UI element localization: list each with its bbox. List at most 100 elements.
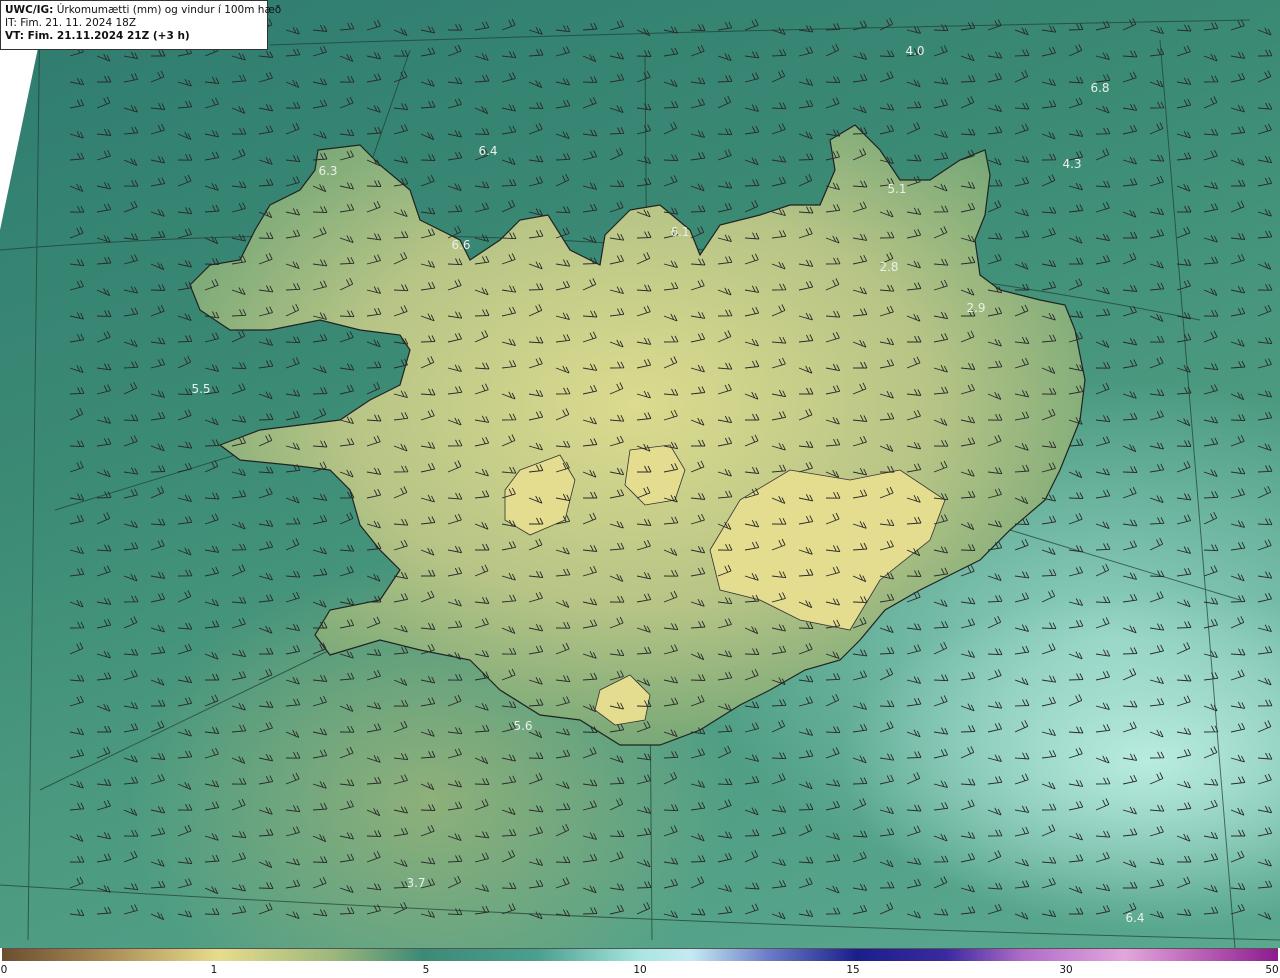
colorbar-tick: 5 bbox=[422, 964, 430, 976]
wind-barb bbox=[933, 748, 949, 759]
wind-barb bbox=[204, 492, 220, 500]
value-label: 6.4 bbox=[478, 144, 497, 158]
wind-barb bbox=[204, 651, 219, 660]
wind-barb bbox=[96, 469, 111, 478]
wind-barb bbox=[1230, 882, 1246, 890]
wind-barb bbox=[177, 388, 193, 396]
wind-barb bbox=[420, 47, 436, 57]
wind-barb bbox=[1176, 98, 1192, 109]
wind-barb bbox=[1095, 851, 1110, 863]
wind-barb bbox=[1122, 284, 1138, 292]
wind-barb bbox=[123, 254, 138, 265]
wind-barb bbox=[393, 646, 409, 655]
wind-barb bbox=[636, 774, 652, 785]
wind-barb bbox=[1095, 830, 1111, 838]
wind-barb bbox=[663, 751, 679, 759]
wind-barb bbox=[879, 828, 895, 837]
wind-barb bbox=[960, 725, 976, 733]
value-label: 6.6 bbox=[451, 238, 470, 252]
wind-barb bbox=[150, 443, 165, 452]
wind-barb bbox=[1230, 807, 1245, 816]
wind-barb bbox=[933, 674, 949, 682]
wind-barb bbox=[339, 512, 354, 525]
wind-barb bbox=[1095, 255, 1111, 265]
wind-barb bbox=[1122, 572, 1138, 580]
wind-barb bbox=[663, 825, 678, 837]
wind-barb bbox=[933, 695, 948, 707]
wind-barb bbox=[96, 384, 112, 395]
wind-barb bbox=[150, 773, 165, 785]
wind-barb bbox=[960, 650, 976, 658]
wind-barb bbox=[1095, 724, 1111, 733]
wind-barb bbox=[1203, 181, 1219, 190]
wind-barb bbox=[528, 155, 544, 163]
wind-barb bbox=[1230, 467, 1246, 475]
wind-barb bbox=[339, 703, 354, 712]
wind-barb bbox=[1068, 44, 1083, 57]
wind-barb bbox=[258, 487, 273, 499]
wind-barb bbox=[744, 200, 759, 213]
wind-barb bbox=[960, 75, 976, 83]
wind-barb bbox=[960, 53, 975, 62]
wind-barb bbox=[690, 876, 705, 889]
wind-barb bbox=[1122, 625, 1137, 634]
wind-barb bbox=[879, 667, 894, 681]
wind-barb bbox=[231, 755, 246, 764]
wind-barb bbox=[1095, 180, 1111, 188]
wind-barb bbox=[69, 642, 84, 655]
wind-barb bbox=[1230, 541, 1246, 551]
wind-barb bbox=[69, 727, 85, 736]
wind-barb bbox=[879, 17, 894, 31]
wind-barb bbox=[1014, 208, 1029, 217]
wind-barb bbox=[1176, 908, 1192, 916]
wind-barb bbox=[312, 802, 328, 811]
wind-barb bbox=[150, 624, 165, 633]
wind-barb bbox=[1230, 253, 1245, 265]
wind-barb bbox=[474, 128, 490, 135]
wind-barb bbox=[771, 773, 786, 785]
wind-barb bbox=[798, 728, 814, 736]
wind-barb bbox=[69, 855, 85, 863]
wind-barb bbox=[987, 882, 1003, 890]
wind-barb bbox=[555, 823, 570, 837]
wind-barb bbox=[1095, 361, 1111, 369]
wind-barb bbox=[501, 882, 517, 890]
wind-barb bbox=[1014, 911, 1029, 920]
wind-barb bbox=[123, 339, 138, 348]
wind-barb bbox=[1257, 443, 1272, 452]
wind-barb bbox=[933, 908, 949, 916]
wind-barb bbox=[960, 618, 976, 629]
wind-barb bbox=[393, 806, 409, 814]
wind-barb bbox=[474, 106, 489, 115]
wind-barb bbox=[1230, 903, 1245, 915]
wind-barb bbox=[258, 828, 274, 837]
wind-barb bbox=[1230, 595, 1246, 603]
wind-barb bbox=[177, 153, 193, 161]
wind-barb bbox=[177, 803, 193, 811]
wind-barb bbox=[231, 202, 246, 213]
wind-barb bbox=[690, 151, 706, 161]
wind-barb bbox=[1203, 778, 1219, 786]
wind-barb bbox=[1257, 70, 1272, 83]
wind-barb bbox=[1122, 486, 1137, 499]
wind-barb bbox=[69, 514, 85, 525]
wind-barb bbox=[123, 307, 139, 317]
wind-barb bbox=[312, 99, 328, 109]
wind-barb bbox=[1068, 832, 1083, 841]
wind-barb bbox=[1257, 155, 1273, 164]
wind-barb bbox=[1122, 721, 1137, 733]
wind-barb bbox=[1230, 200, 1245, 213]
wind-barb bbox=[339, 75, 355, 83]
wind-barb bbox=[150, 805, 166, 814]
wind-barb bbox=[609, 797, 624, 811]
wind-barb bbox=[960, 597, 976, 605]
wind-barb bbox=[717, 778, 733, 786]
wind-barb bbox=[906, 804, 922, 812]
wind-barb bbox=[258, 359, 274, 369]
colorbar: 0 1 5 10 15 30 50 bbox=[0, 948, 1280, 978]
wind-barb bbox=[69, 876, 84, 889]
wind-barb bbox=[258, 156, 273, 165]
wind-barb bbox=[69, 205, 85, 213]
wind-barb bbox=[717, 95, 732, 109]
wind-barb bbox=[231, 543, 247, 551]
